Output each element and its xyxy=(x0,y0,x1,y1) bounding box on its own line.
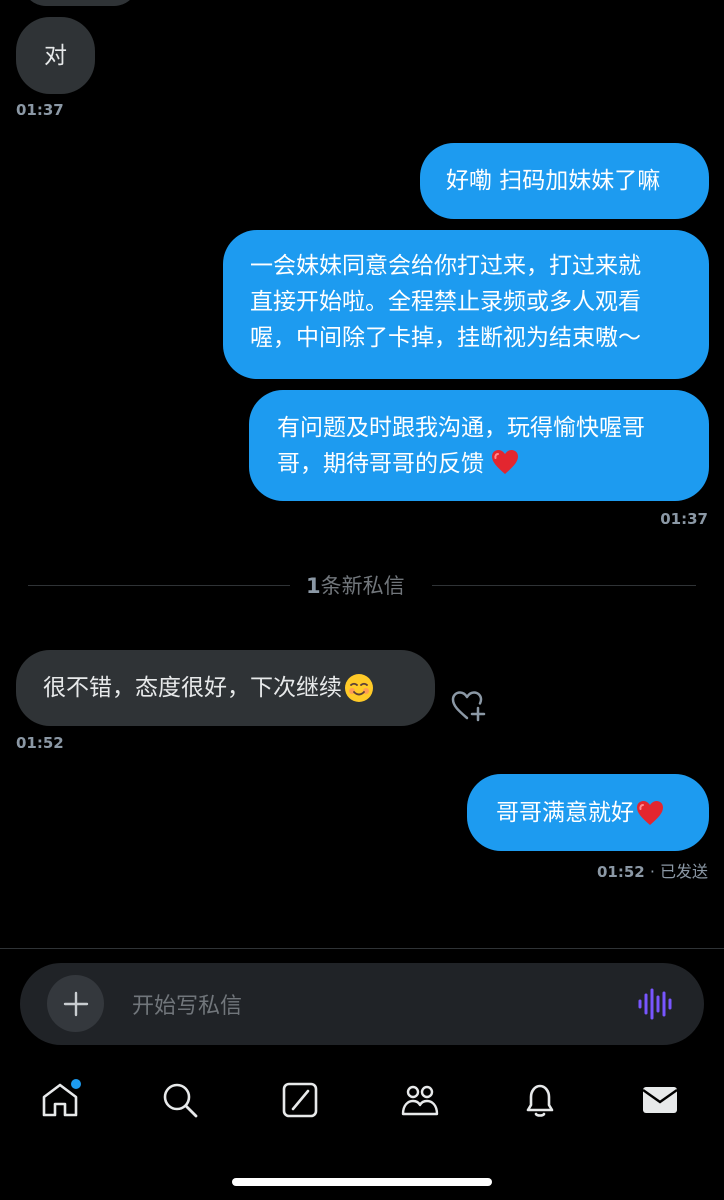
message-timestamp: 01:52 xyxy=(16,734,64,752)
message-text-line: 一会妹妹同意会给你打过来，打过来就 xyxy=(250,253,641,279)
home-indicator xyxy=(232,1178,492,1186)
bottom-nav xyxy=(0,1075,724,1125)
message-text: 对 xyxy=(44,42,67,69)
message-bubble-outgoing[interactable]: 哥哥满意就好 xyxy=(467,774,709,851)
nav-search[interactable] xyxy=(160,1080,200,1120)
message-bubble-outgoing[interactable]: 好嘞 扫码加妹妹了嘛 xyxy=(420,143,709,219)
previous-message-bubble-partial xyxy=(22,0,138,6)
message-text: 很不错，态度很好，下次继续 xyxy=(43,675,342,701)
message-text-line: 有问题及时跟我沟通，玩得愉快喔哥 xyxy=(277,415,645,441)
sent-status: · 已发送 xyxy=(649,862,708,881)
message-text-line: 喔，中间除了卡掉，挂断视为结束嗷～ xyxy=(250,325,641,351)
message-composer: 开始写私信 xyxy=(20,963,704,1045)
voice-message-button[interactable] xyxy=(637,987,673,1025)
grok-icon xyxy=(282,1082,318,1118)
mail-icon xyxy=(642,1087,678,1113)
people-icon xyxy=(401,1085,439,1116)
nav-communities[interactable] xyxy=(400,1080,440,1120)
add-media-button[interactable] xyxy=(47,975,104,1032)
divider xyxy=(0,948,724,949)
message-bubble-outgoing[interactable]: 一会妹妹同意会给你打过来，打过来就 直接开始啦。全程禁止录频或多人观看 喔，中间… xyxy=(223,230,709,379)
audio-waveform-icon xyxy=(638,988,672,1020)
message-text-line-with-emoji: 哥，期待哥哥的反馈 xyxy=(277,446,709,482)
message-text: 好嘞 扫码加妹妹了嘛 xyxy=(446,168,661,194)
message-bubble-outgoing[interactable]: 有问题及时跟我沟通，玩得愉快喔哥 哥，期待哥哥的反馈 xyxy=(249,390,709,501)
message-text: 哥哥满意就好 xyxy=(496,799,634,826)
notification-dot xyxy=(69,1077,83,1091)
nav-messages[interactable] xyxy=(640,1080,680,1120)
plus-icon xyxy=(63,991,88,1016)
nav-grok[interactable] xyxy=(280,1080,320,1120)
smiling-face-emoji-icon xyxy=(345,674,373,702)
message-timestamp: 01:52 xyxy=(596,863,645,881)
bell-icon xyxy=(526,1084,554,1117)
nav-home[interactable] xyxy=(40,1077,83,1120)
message-input[interactable]: 开始写私信 xyxy=(132,988,612,1020)
divider xyxy=(28,585,290,586)
message-text-line: 哥，期待哥哥的反馈 xyxy=(277,451,484,477)
react-heart-button[interactable] xyxy=(450,689,488,727)
nav-notifications[interactable] xyxy=(520,1080,560,1120)
message-timestamp: 01:37 xyxy=(16,101,64,119)
new-messages-separator: 1条新私信 xyxy=(306,570,405,600)
message-timestamp: 01:37 xyxy=(660,510,708,528)
message-text-line: 直接开始啦。全程禁止录频或多人观看 xyxy=(250,289,641,315)
divider xyxy=(432,585,696,586)
new-messages-count: 1 xyxy=(306,574,321,598)
message-status-row: 01:52 · 已发送 xyxy=(597,858,708,882)
red-heart-emoji-icon xyxy=(637,800,663,825)
red-heart-emoji-icon xyxy=(492,450,519,474)
message-bubble-incoming[interactable]: 对 xyxy=(16,17,95,94)
heart-plus-icon xyxy=(451,691,486,722)
message-bubble-incoming[interactable]: 很不错，态度很好，下次继续 xyxy=(16,650,435,726)
search-icon xyxy=(163,1083,198,1118)
new-messages-label: 条新私信 xyxy=(320,574,405,598)
